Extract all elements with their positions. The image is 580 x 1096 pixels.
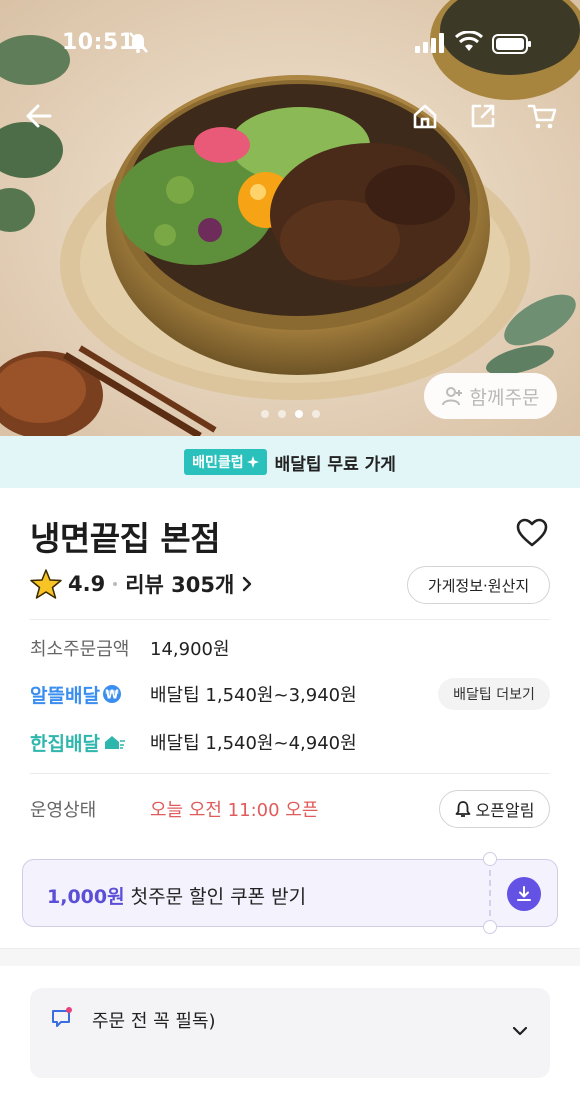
person-add-icon: [441, 387, 462, 406]
open-alarm-label: 오픈알림: [475, 801, 535, 820]
chevron-right-icon: [243, 576, 252, 592]
club-badge: 배민클럽: [184, 449, 267, 475]
pager-dot: [311, 410, 320, 418]
min-order-row: 최소주문금액 14,900원: [30, 632, 230, 664]
cart-button[interactable]: [524, 98, 560, 134]
section-gap: [0, 948, 580, 966]
al-delivery-value: 배달팁 1,540원~3,940원: [150, 685, 357, 706]
club-banner-text: 배달팁 무료 가게: [274, 454, 396, 475]
han-delivery-brand-label: 한집배달: [30, 732, 100, 755]
status-bar: 10:51: [0, 0, 580, 88]
share-icon: [471, 104, 495, 128]
star-icon: [30, 569, 62, 599]
store-name: 냉면끝집 본점: [30, 519, 221, 558]
svg-text:₩: ₩: [105, 688, 119, 702]
al-delivery-brand-label: 알뜰배달: [30, 684, 100, 707]
divider: [30, 773, 550, 774]
back-button[interactable]: [20, 98, 56, 134]
status-value: 오늘 오전 11:00 오픈: [150, 800, 319, 821]
coupon-amount: 1,000원: [47, 886, 125, 908]
min-order-value: 14,900원: [150, 639, 230, 660]
min-order-label: 최소주문금액: [30, 639, 130, 660]
pager-dot: [277, 410, 286, 418]
tip-more-button[interactable]: 배달팁 더보기: [438, 678, 550, 710]
al-delivery-row: 알뜰배달 ₩ 배달팁 1,540원~3,940원: [30, 678, 357, 710]
battery-icon: [492, 34, 531, 54]
status-row: 운영상태 오늘 오전 11:00 오픈: [30, 793, 318, 825]
share-button[interactable]: [465, 98, 501, 134]
arrow-left-icon: [26, 104, 52, 128]
coupon-dashed-divider: [489, 860, 491, 926]
sparkle-icon: [246, 456, 259, 468]
home-icon: [413, 104, 437, 129]
club-banner[interactable]: 배민클럽 배달팁 무료 가게: [0, 436, 580, 488]
bell-off-icon: [129, 32, 148, 53]
cellular-signal-icon: [415, 33, 444, 53]
pager-dot: [260, 410, 269, 418]
club-badge-label: 배민클럽: [192, 455, 244, 471]
notice-chat-icon: [52, 1007, 72, 1027]
download-icon: [517, 886, 531, 901]
house-speed-icon: [104, 736, 125, 749]
notice-text: 주문 전 꼭 필독): [92, 1011, 216, 1032]
store-info-button[interactable]: 가게정보·원산지: [407, 566, 550, 604]
rating-row[interactable]: 4.9 리뷰 305개: [30, 566, 252, 602]
carousel-pager: [0, 410, 580, 418]
heart-icon[interactable]: [516, 518, 548, 548]
wifi-icon: [455, 31, 483, 51]
home-button[interactable]: [407, 98, 443, 134]
together-order-label: 함께주문: [469, 386, 540, 409]
dot-separator: [113, 582, 118, 586]
coupon-description: 첫주문 할인 쿠폰 받기: [124, 886, 307, 908]
coupon-banner[interactable]: 1,000원 첫주문 할인 쿠폰 받기: [22, 852, 558, 934]
rating-value: 4.9: [68, 572, 106, 596]
coupon-text: 1,000원 첫주문 할인 쿠폰 받기: [47, 882, 306, 909]
coupon-download-button[interactable]: [507, 877, 541, 911]
han-delivery-brand: 한집배달: [30, 729, 150, 756]
status-label: 운영상태: [30, 800, 97, 821]
won-coin-icon: ₩: [102, 685, 121, 703]
han-delivery-row: 한집배달 배달팁 1,540원~4,940원: [30, 726, 357, 758]
coupon-notch: [483, 852, 497, 866]
pager-dot-active: [294, 410, 303, 418]
cart-icon: [527, 104, 557, 129]
coupon-notch: [483, 920, 497, 934]
notice-accordion[interactable]: 주문 전 꼭 필독): [30, 988, 550, 1078]
review-count: 리뷰 305개: [125, 573, 235, 597]
han-delivery-value: 배달팁 1,540원~4,940원: [150, 733, 357, 754]
chevron-down-icon: [512, 1026, 528, 1036]
al-delivery-brand: 알뜰배달 ₩: [30, 681, 150, 708]
hero-image-carousel[interactable]: 10:51 함께주문: [0, 0, 580, 436]
status-time: 10:51: [62, 30, 135, 55]
bell-icon: [455, 801, 470, 817]
divider: [30, 619, 550, 620]
open-alarm-button[interactable]: 오픈알림: [439, 790, 550, 828]
